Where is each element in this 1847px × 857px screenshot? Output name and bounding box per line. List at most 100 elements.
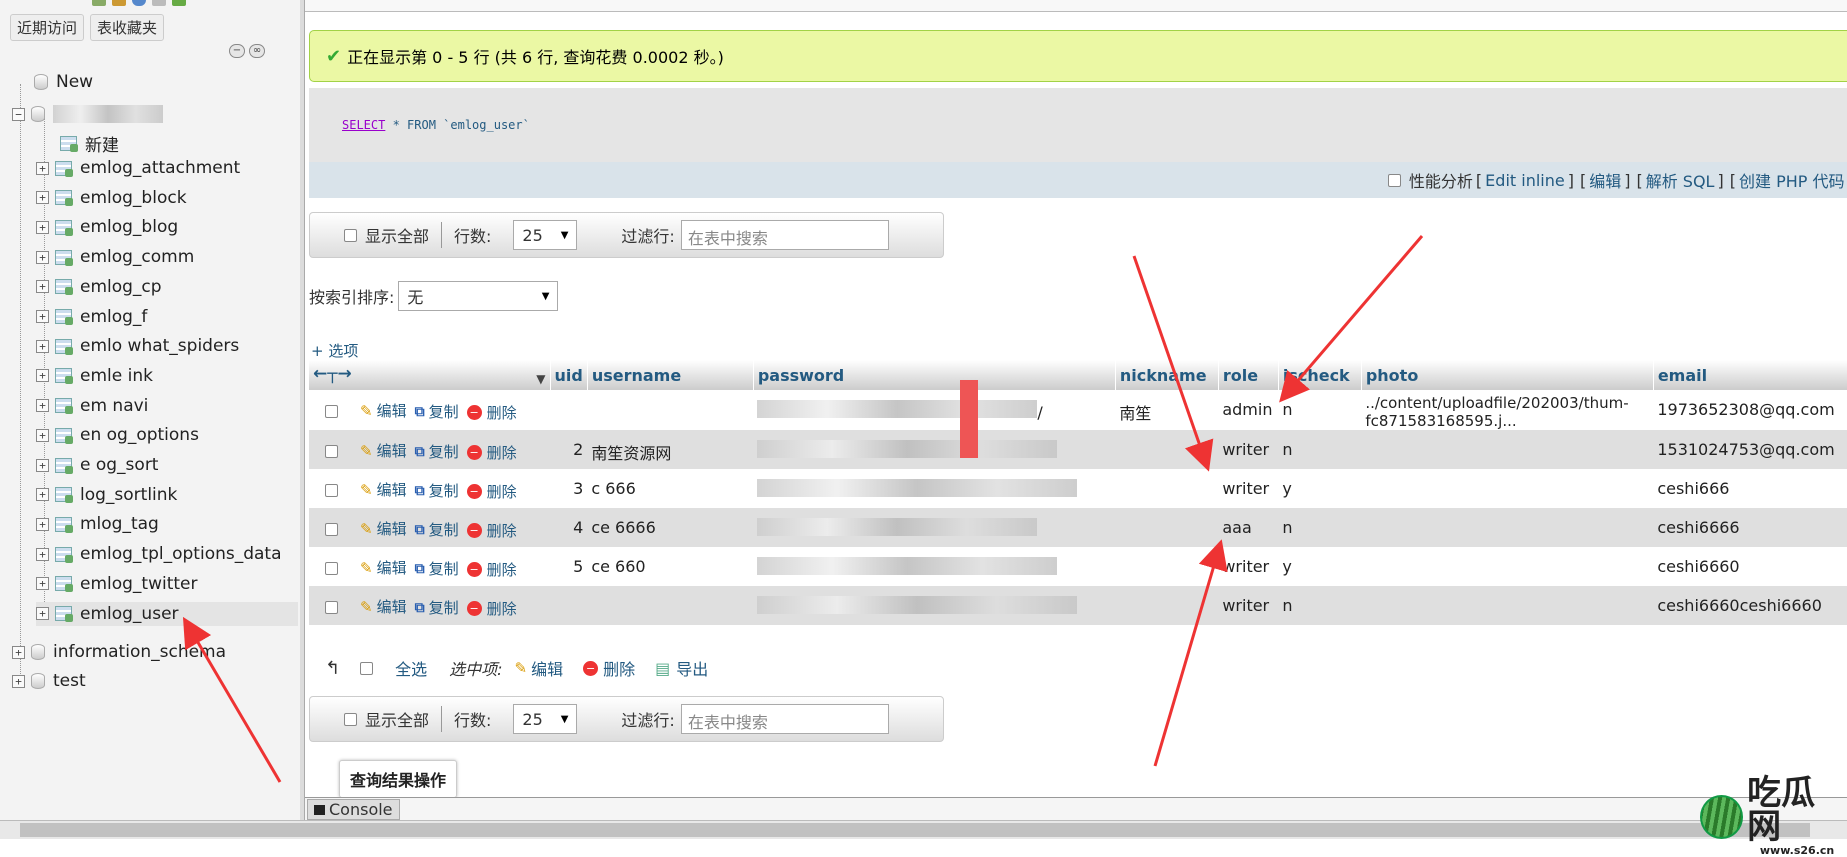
expand-icon[interactable]: + bbox=[36, 339, 49, 353]
cell-uid[interactable] bbox=[550, 586, 588, 625]
cell-role[interactable]: admin bbox=[1218, 390, 1279, 430]
expand-icon[interactable]: + bbox=[36, 547, 49, 561]
row-copy-action[interactable]: ⧉ 复制 bbox=[415, 441, 459, 462]
expand-icon[interactable]: + bbox=[12, 674, 25, 688]
tree-new[interactable]: New bbox=[34, 70, 93, 94]
tree-db-current[interactable]: − bbox=[12, 102, 163, 126]
sql-query[interactable]: SELECT * FROM `emlog_user` bbox=[342, 118, 530, 132]
row-edit-action[interactable]: ✎ 编辑 bbox=[360, 400, 407, 421]
select-all-checkbox[interactable] bbox=[360, 661, 374, 675]
bulk-export-link[interactable]: 导出 bbox=[676, 656, 708, 680]
cell-password[interactable] bbox=[753, 547, 1116, 586]
cell-photo[interactable] bbox=[1361, 469, 1654, 508]
cell-photo[interactable] bbox=[1361, 586, 1654, 625]
favorites-button[interactable]: 表收藏夹 bbox=[90, 14, 165, 41]
cell-email[interactable]: ceshi666 bbox=[1653, 469, 1847, 508]
rows-select[interactable]: 25 ▼ bbox=[513, 704, 578, 734]
expand-icon[interactable]: + bbox=[12, 645, 25, 659]
sidebar-table-item[interactable]: + emlog_twitter bbox=[36, 572, 198, 596]
sql-keyword[interactable]: SELECT bbox=[342, 118, 385, 132]
cell-role[interactable]: writer bbox=[1218, 586, 1279, 625]
edit-sql-link[interactable]: 编辑 bbox=[1589, 168, 1621, 192]
column-dropdown-icon[interactable]: ▼ bbox=[536, 372, 545, 386]
show-all-checkbox[interactable] bbox=[344, 712, 357, 726]
sort-select[interactable]: 无 ▼ bbox=[398, 281, 559, 311]
tree-db-test[interactable]: + test bbox=[12, 669, 86, 693]
cell-ischeck[interactable]: n bbox=[1278, 430, 1362, 469]
row-delete-action[interactable]: − 删除 bbox=[466, 598, 517, 619]
cell-ischeck[interactable]: n bbox=[1278, 390, 1362, 430]
row-copy-action[interactable]: ⧉ 复制 bbox=[415, 558, 459, 579]
sidebar-table-item[interactable]: + emlog_user bbox=[36, 601, 298, 626]
cell-photo[interactable]: ../content/uploadfile/202003/thum-fc8715… bbox=[1361, 390, 1654, 430]
expand-icon[interactable]: + bbox=[36, 517, 49, 531]
expand-icon[interactable]: + bbox=[36, 220, 49, 234]
sidebar-table-item[interactable]: + e og_sort bbox=[36, 453, 158, 477]
bulk-edit-link[interactable]: 编辑 bbox=[531, 656, 563, 680]
cell-password[interactable]: / bbox=[753, 390, 1116, 430]
filter-input[interactable]: 在表中搜索 bbox=[680, 704, 889, 734]
recent-button[interactable]: 近期访问 bbox=[10, 14, 85, 41]
row-copy-action[interactable]: ⧉ 复制 bbox=[415, 480, 459, 501]
tree-db-information-schema[interactable]: + information_schema bbox=[12, 640, 226, 664]
row-edit-action[interactable]: ✎ 编辑 bbox=[360, 596, 407, 617]
cell-nickname[interactable] bbox=[1115, 586, 1219, 625]
query-results-operations[interactable]: 查询结果操作 bbox=[339, 760, 458, 798]
profiling-checkbox[interactable] bbox=[1387, 173, 1401, 187]
select-all-link[interactable]: 全选 bbox=[395, 656, 427, 680]
rows-select[interactable]: 25 ▼ bbox=[513, 220, 578, 250]
cell-nickname[interactable] bbox=[1115, 469, 1219, 508]
console-button[interactable]: Console bbox=[307, 799, 400, 820]
reload-icon[interactable] bbox=[172, 0, 186, 6]
cell-role[interactable]: writer bbox=[1218, 547, 1279, 586]
cell-username[interactable] bbox=[587, 390, 754, 430]
sidebar-table-item[interactable]: + en og_options bbox=[36, 423, 199, 447]
expand-icon[interactable]: + bbox=[36, 310, 49, 323]
cell-photo[interactable] bbox=[1361, 430, 1654, 469]
expand-icon[interactable]: + bbox=[36, 399, 49, 413]
cell-role[interactable]: writer bbox=[1218, 430, 1279, 469]
expand-icon[interactable]: + bbox=[36, 458, 49, 472]
link-icon[interactable]: ∞ bbox=[249, 44, 265, 58]
cell-password[interactable] bbox=[753, 469, 1116, 508]
create-php-link[interactable]: 创建 PHP 代码 bbox=[1739, 168, 1845, 192]
column-role[interactable]: role bbox=[1218, 360, 1279, 390]
cell-photo[interactable] bbox=[1361, 547, 1654, 586]
home-icon[interactable] bbox=[92, 0, 106, 6]
row-edit-action[interactable]: ✎ 编辑 bbox=[360, 518, 407, 539]
column-controls[interactable]: ←┬→ ▼ bbox=[309, 360, 551, 390]
cell-uid[interactable] bbox=[550, 390, 588, 430]
cell-username[interactable]: c 666 bbox=[587, 469, 754, 508]
sidebar-table-item[interactable]: + emlog_tpl_options_data bbox=[36, 542, 282, 566]
tree-new-table[interactable]: 新建 bbox=[60, 131, 119, 156]
row-checkbox[interactable] bbox=[325, 483, 338, 497]
docs-icon[interactable] bbox=[152, 0, 166, 6]
expand-icon[interactable]: + bbox=[36, 280, 49, 294]
exit-icon[interactable] bbox=[112, 0, 126, 6]
cell-email[interactable]: 1973652308@qq.com bbox=[1653, 390, 1847, 430]
cell-username[interactable]: 南笙资源网 bbox=[587, 430, 754, 469]
cell-email[interactable]: 1531024753@qq.com bbox=[1653, 430, 1847, 469]
cell-email[interactable]: ceshi6660ceshi6660 bbox=[1653, 586, 1847, 625]
cell-nickname[interactable] bbox=[1115, 547, 1219, 586]
row-delete-action[interactable]: − 删除 bbox=[466, 442, 517, 463]
column-nickname[interactable]: nickname bbox=[1115, 360, 1219, 390]
sidebar-table-item[interactable]: + mlog_tag bbox=[36, 512, 159, 536]
column-password[interactable]: password bbox=[753, 360, 1116, 390]
cell-uid[interactable]: 5 bbox=[550, 547, 588, 586]
cell-uid[interactable]: 4 bbox=[550, 508, 588, 547]
filter-input[interactable]: 在表中搜索 bbox=[680, 220, 889, 250]
row-delete-action[interactable]: − 删除 bbox=[466, 402, 517, 423]
cell-password[interactable] bbox=[753, 586, 1116, 625]
cell-uid[interactable]: 2 bbox=[550, 430, 588, 469]
cell-email[interactable]: ceshi6666 bbox=[1653, 508, 1847, 547]
sidebar-table-item[interactable]: + emlog_comm bbox=[36, 245, 194, 269]
collapse-icon[interactable]: − bbox=[12, 107, 25, 121]
cell-ischeck[interactable]: n bbox=[1278, 586, 1362, 625]
sidebar-table-item[interactable]: + emlog_f bbox=[36, 305, 147, 329]
row-copy-action[interactable]: ⧉ 复制 bbox=[415, 519, 459, 540]
row-edit-action[interactable]: ✎ 编辑 bbox=[360, 440, 407, 461]
cell-nickname[interactable] bbox=[1115, 508, 1219, 547]
cell-password[interactable] bbox=[753, 430, 1116, 469]
expand-icon[interactable]: + bbox=[36, 161, 49, 175]
